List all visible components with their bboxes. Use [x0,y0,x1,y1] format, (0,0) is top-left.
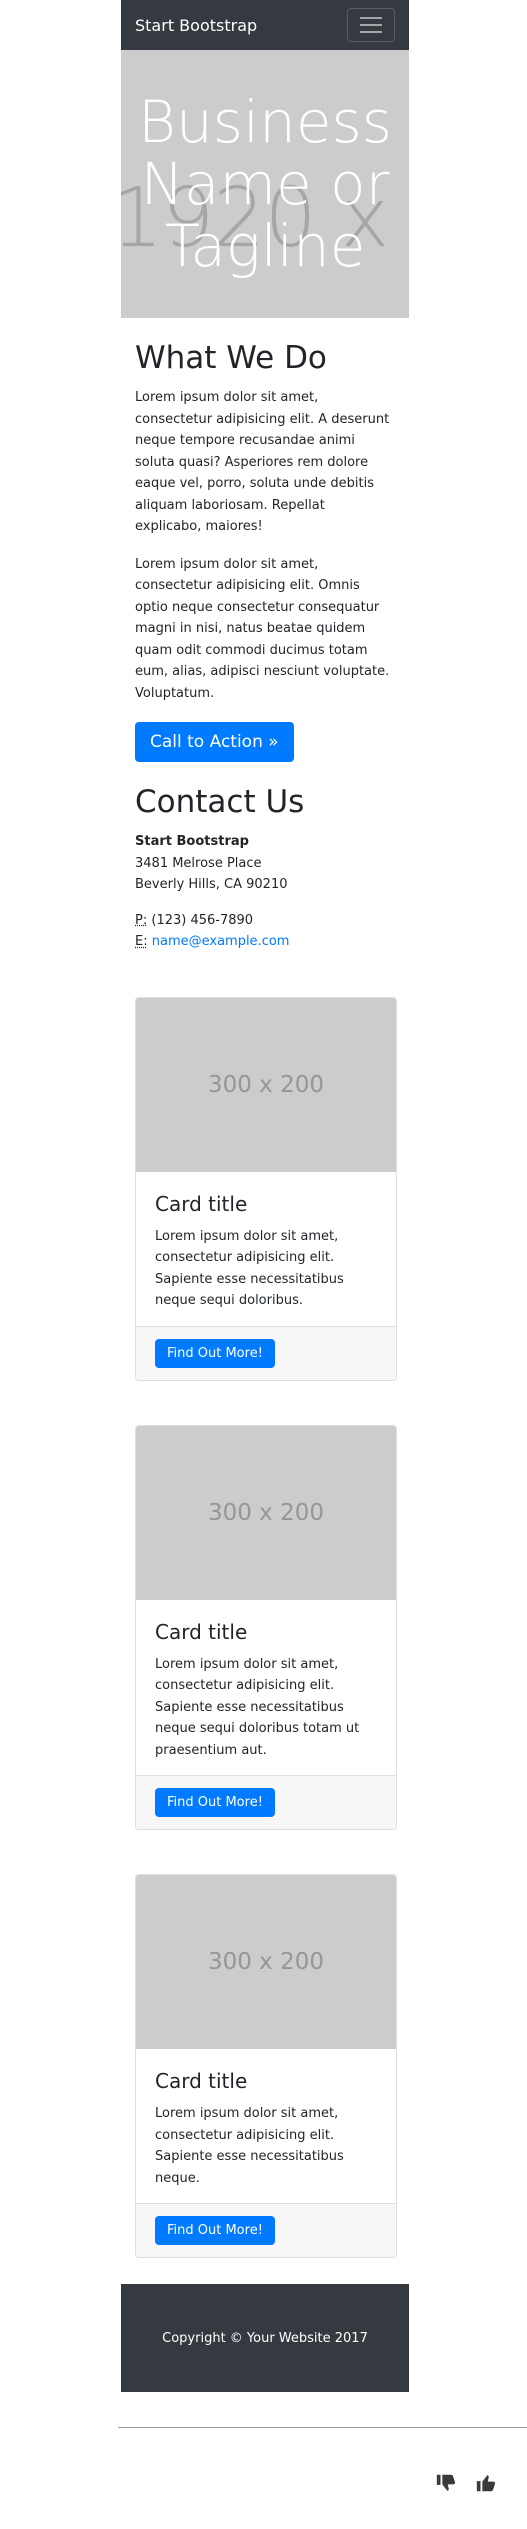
card-text: Lorem ipsum dolor sit amet, consectetur … [155,1228,344,1309]
find-out-more-button[interactable]: Find Out More! [155,2216,275,2246]
menu-icon-bar [360,31,382,33]
site-footer: Copyright © Your Website 2017 [121,2284,409,2393]
what-we-do-heading: What We Do [135,340,327,376]
card-title: Card title [155,1191,248,1216]
thumbs-up-icon[interactable] [475,2472,497,2494]
card-image-placeholder: 300 x 200 [136,1425,396,1600]
feedback-divider [118,2427,527,2428]
hero-banner: 1920 x 400 Business Name or Tagline [121,50,409,318]
thumbs-down-icon[interactable] [435,2472,457,2494]
feedback-bar [435,2472,497,2494]
card-footer: Find Out More! [136,2203,396,2258]
card-body: Card title Lorem ipsum dolor sit amet, c… [136,1600,396,1776]
find-out-more-button[interactable]: Find Out More! [155,1788,275,1818]
navbar: Start Bootstrap [121,0,409,50]
hero-title: Business Name or Tagline [138,88,392,280]
main-content: What We Do Lorem ipsum dolor sit amet, c… [121,340,409,2259]
navbar-brand[interactable]: Start Bootstrap [135,16,257,35]
contact-email-row: E: name@example.com [135,931,395,953]
contact-name: Start Bootstrap [135,834,249,850]
contact-street: 3481 Melrose Place [135,855,262,871]
find-out-more-button[interactable]: Find Out More! [155,1338,275,1368]
card: 300 x 200 Card title Lorem ipsum dolor s… [135,1874,397,2259]
contact-heading: Contact Us [135,784,305,821]
card-image-placeholder: 300 x 200 [136,1875,396,2050]
card: 300 x 200 Card title Lorem ipsum dolor s… [135,996,397,1381]
card-footer: Find Out More! [136,1325,396,1380]
email-label: E: [135,934,148,950]
what-we-do-paragraph-2: Lorem ipsum dolor sit amet, consectetur … [135,556,390,701]
contact-phone: (123) 456-7890 [151,912,254,928]
card-footer: Find Out More! [136,1775,396,1830]
card-text: Lorem ipsum dolor sit amet, consectetur … [155,2106,344,2186]
contact-address: Start Bootstrap 3481 Melrose Place Bever… [135,831,395,896]
call-to-action-button[interactable]: Call to Action » [135,722,294,763]
card-text: Lorem ipsum dolor sit amet, consectetur … [155,1656,360,1758]
page: Start Bootstrap 1920 x 400 Business Name… [121,0,409,2393]
footer-copyright: Copyright © Your Website 2017 [162,2330,368,2346]
menu-icon-bar [360,17,382,19]
card-image-placeholder: 300 x 200 [136,997,396,1172]
contact-email-link[interactable]: name@example.com [152,934,290,949]
navbar-toggler-button[interactable] [347,8,395,42]
card-title: Card title [155,2069,248,2094]
card: 300 x 200 Card title Lorem ipsum dolor s… [135,1424,397,1831]
menu-icon-bar [360,24,382,26]
what-we-do-paragraph-1: Lorem ipsum dolor sit amet, consectetur … [135,390,390,535]
contact-details: P: (123) 456-7890 E: name@example.com [135,910,395,953]
card-body: Card title Lorem ipsum dolor sit amet, c… [136,1172,396,1326]
card-title: Card title [155,1619,248,1644]
phone-label: P: [135,912,148,928]
contact-city: Beverly Hills, CA 90210 [135,877,288,893]
card-body: Card title Lorem ipsum dolor sit amet, c… [136,2049,396,2203]
contact-phone-row: P: (123) 456-7890 [135,910,395,932]
